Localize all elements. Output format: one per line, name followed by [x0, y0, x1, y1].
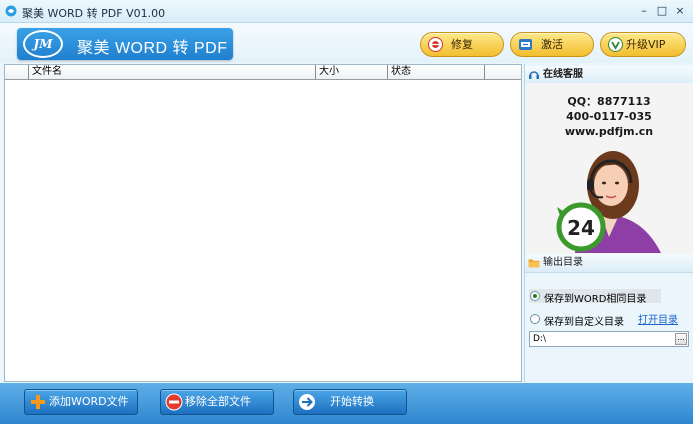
- app-logo: JM 聚美 WORD 转 PDF: [17, 28, 233, 60]
- upgrade-vip-button[interactable]: 升级VIP: [600, 32, 686, 57]
- add-word-label: 添加WORD文件: [49, 395, 129, 408]
- activate-icon: [519, 39, 532, 50]
- support-website: www.pdfjm.cn: [564, 125, 654, 138]
- output-section-title: 输出目录: [525, 254, 693, 273]
- support-agent-image: 24: [556, 151, 661, 253]
- upgrade-vip-label: 升级VIP: [626, 38, 666, 51]
- option-same-dir-label: 保存到WORD相同目录: [544, 294, 647, 305]
- remove-all-label: 移除全部文件: [185, 395, 251, 408]
- add-word-button[interactable]: 添加WORD文件: [24, 389, 138, 415]
- column-status[interactable]: 状态: [388, 65, 485, 79]
- option-custom-dir[interactable]: 保存到自定义目录 打开目录: [529, 311, 689, 328]
- right-panel: 在线客服 QQ：8877113 400-0117-035 www.pdfjm.c…: [524, 64, 693, 382]
- headset-icon: [529, 71, 539, 79]
- file-list-header: 文件名 大小 状态: [5, 65, 521, 80]
- minimize-button[interactable]: –: [637, 4, 651, 18]
- output-path-value: D:\: [533, 334, 546, 344]
- repair-label: 修复: [451, 38, 473, 51]
- remove-icon: [165, 393, 183, 411]
- support-title: 在线客服: [543, 69, 583, 80]
- column-filename[interactable]: 文件名: [29, 65, 316, 79]
- start-convert-button[interactable]: 开始转换: [293, 389, 407, 415]
- support-phone: 400-0117-035: [566, 110, 652, 123]
- logo-mark: JM: [23, 30, 63, 58]
- title-bar: 聚美 WORD 转 PDF V01.00 – □ ×: [0, 0, 693, 23]
- browse-button[interactable]: ...: [675, 333, 687, 345]
- app-icon: [5, 5, 17, 17]
- header-bar: JM 聚美 WORD 转 PDF 修复 激活 升级VIP: [0, 23, 693, 63]
- logo-text: 聚美 WORD 转 PDF: [77, 40, 228, 57]
- option-same-dir[interactable]: 保存到WORD相同目录: [529, 289, 661, 305]
- add-icon: [31, 395, 45, 409]
- radio-custom-dir[interactable]: [530, 314, 540, 324]
- folder-icon: [528, 259, 540, 268]
- radio-same-dir[interactable]: [530, 291, 540, 301]
- option-custom-dir-label: 保存到自定义目录: [544, 317, 624, 328]
- output-path-input[interactable]: D:\ ...: [529, 331, 689, 347]
- open-dir-link[interactable]: 打开目录: [638, 311, 678, 326]
- maximize-button[interactable]: □: [655, 4, 669, 18]
- badge-24-label: 24: [567, 216, 595, 240]
- activate-label: 激活: [541, 38, 563, 51]
- remove-all-button[interactable]: 移除全部文件: [160, 389, 274, 415]
- repair-button[interactable]: 修复: [420, 32, 504, 57]
- bottom-toolbar: 添加WORD文件 移除全部文件 开始转换: [0, 383, 693, 424]
- window-title: 聚美 WORD 转 PDF V01.00: [22, 7, 166, 20]
- file-list[interactable]: 文件名 大小 状态: [4, 64, 522, 382]
- column-size[interactable]: 大小: [316, 65, 388, 79]
- output-title: 输出目录: [543, 257, 583, 268]
- repair-icon: [428, 37, 443, 52]
- start-convert-label: 开始转换: [330, 395, 374, 408]
- column-checkbox[interactable]: [5, 65, 29, 79]
- vip-icon: [608, 37, 623, 52]
- activate-button[interactable]: 激活: [510, 32, 594, 57]
- close-button[interactable]: ×: [673, 4, 687, 18]
- support-qq: QQ：8877113: [567, 95, 651, 108]
- arrow-right-icon: [299, 394, 315, 410]
- support-area: QQ：8877113 400-0117-035 www.pdfjm.cn 24: [525, 83, 693, 254]
